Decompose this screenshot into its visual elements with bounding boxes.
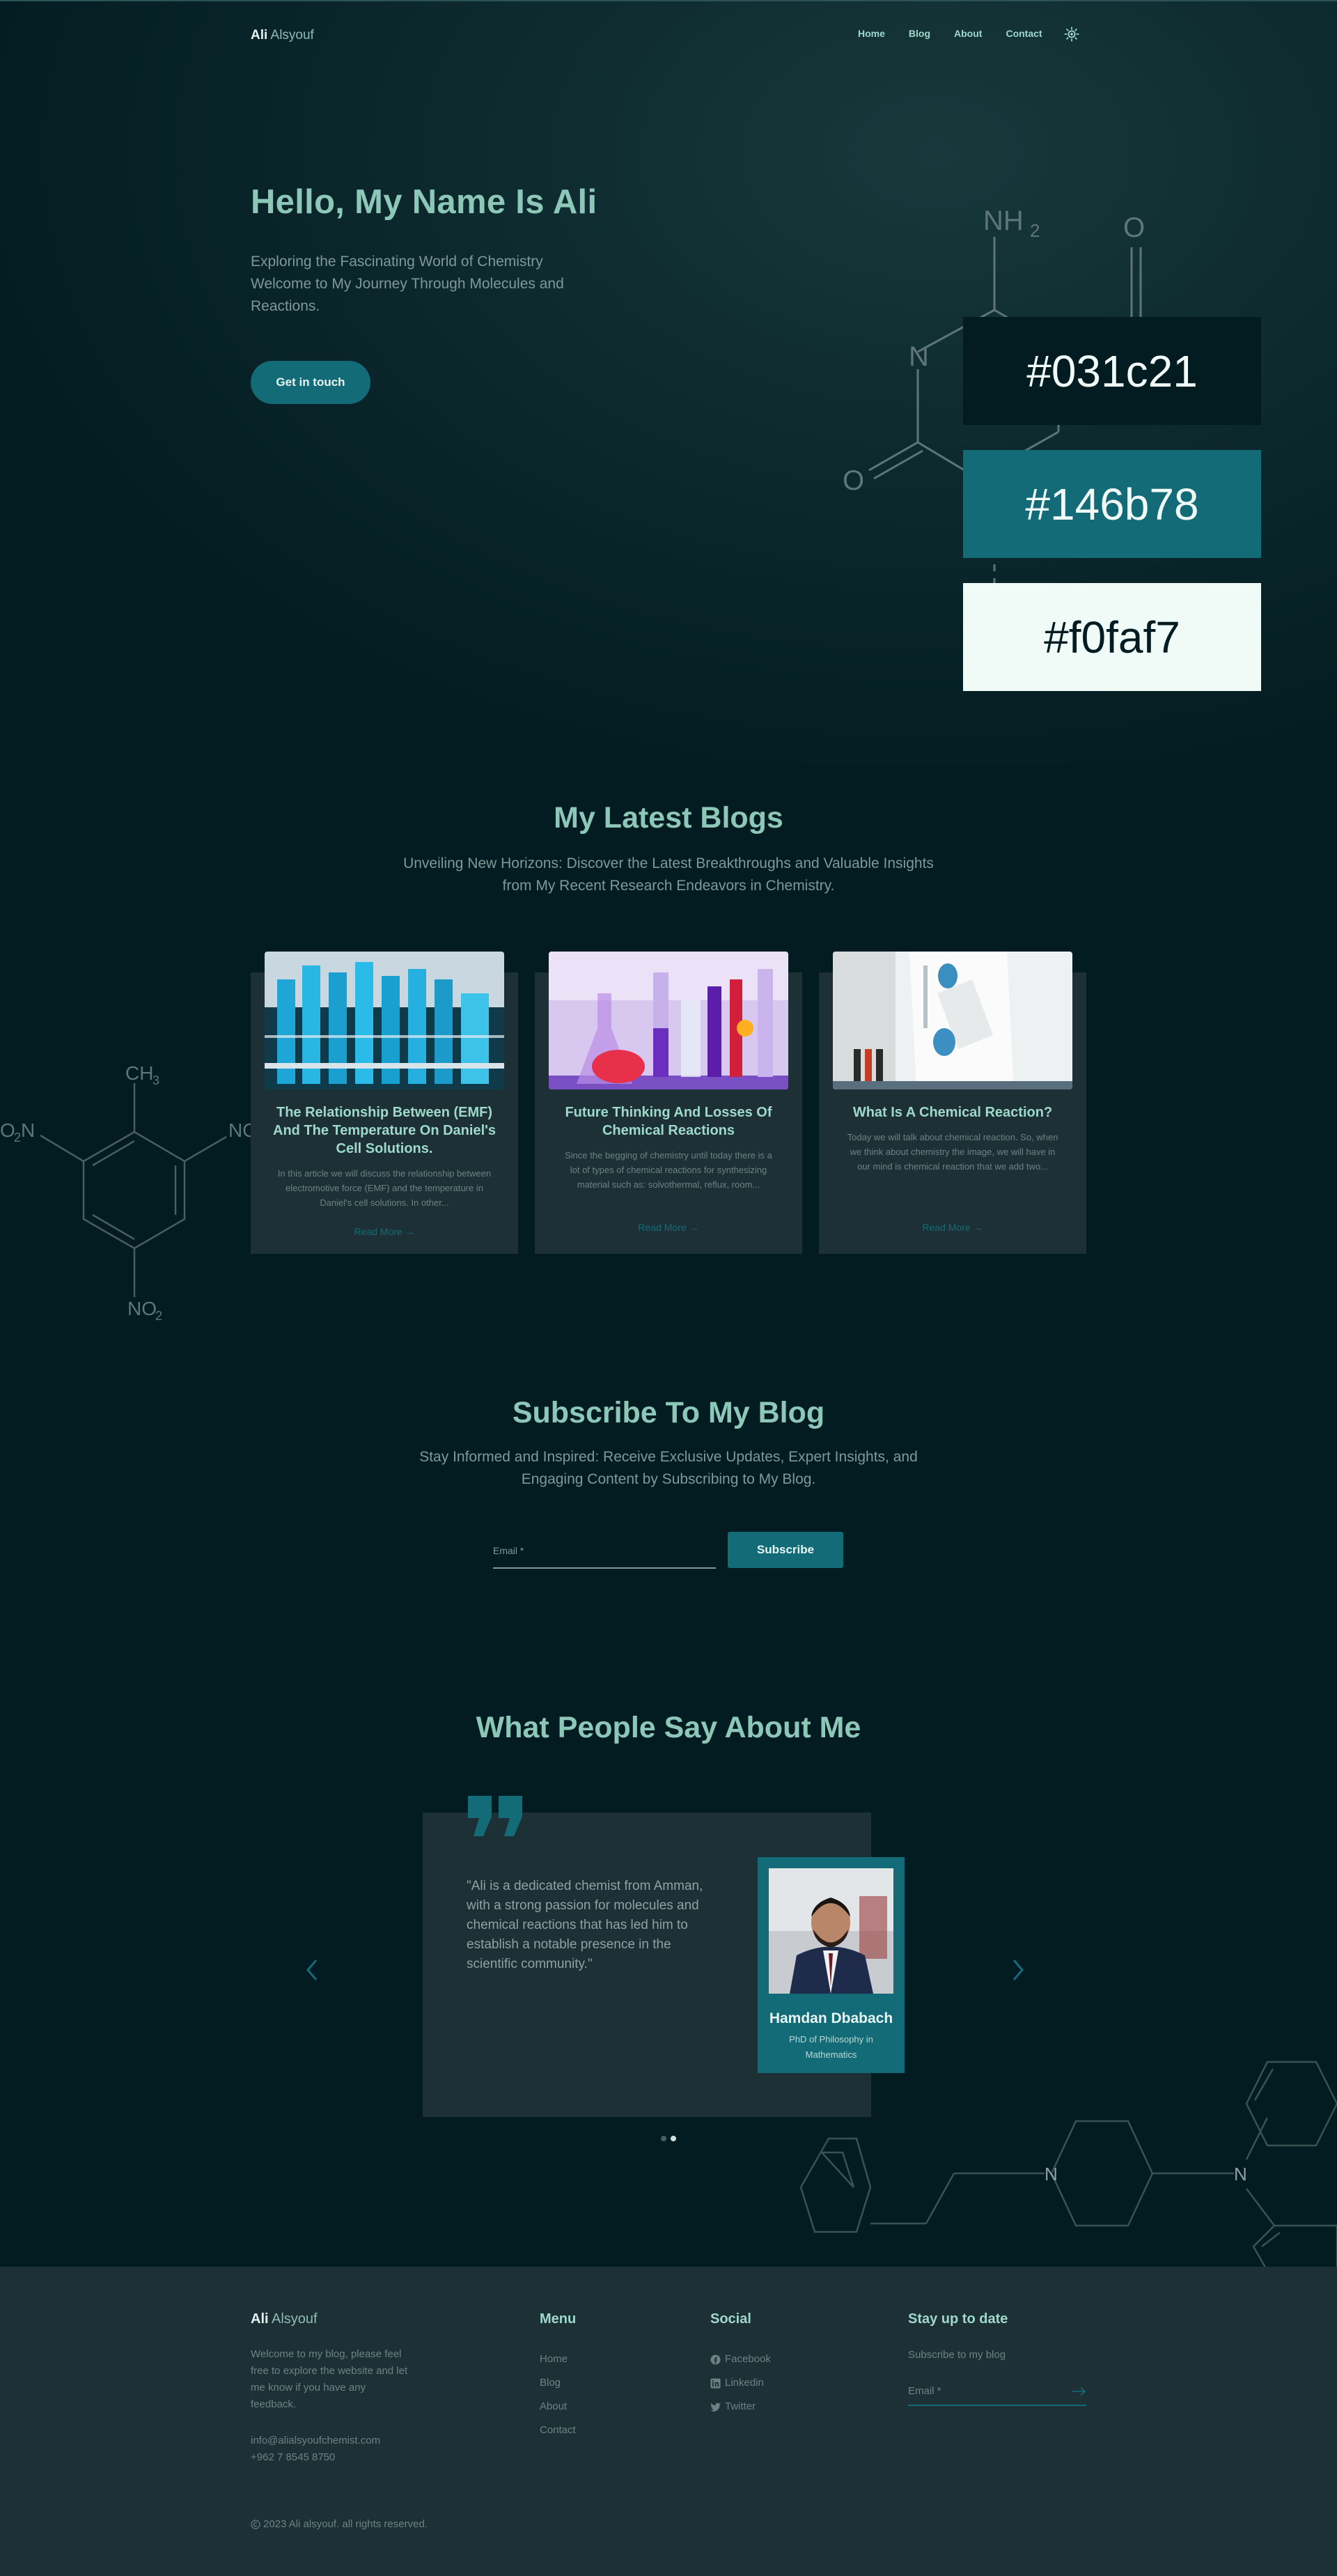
nav-contact[interactable]: Contact bbox=[1006, 28, 1042, 39]
ch3-subscript: 3 bbox=[153, 1073, 159, 1087]
n-label: N bbox=[909, 341, 929, 372]
testimonial-quote: "Ali is a dedicated chemist from Amman, … bbox=[467, 1879, 703, 1971]
color-swatch-dark: #031c21 bbox=[963, 317, 1261, 425]
footer-social-title: Social bbox=[710, 2311, 751, 2327]
carousel-dot-active[interactable] bbox=[671, 2136, 676, 2141]
read-more-link[interactable]: Read More → bbox=[819, 1222, 1086, 1233]
theme-toggle-icon[interactable] bbox=[1064, 26, 1079, 42]
footer-menu-title: Menu bbox=[540, 2311, 577, 2327]
scientist-pipette-image[interactable] bbox=[833, 952, 1072, 1089]
no2-bottom-subscript: 2 bbox=[155, 1309, 162, 1323]
footer-phone[interactable]: +962 7 8545 8750 bbox=[251, 2449, 380, 2466]
blog-card-excerpt: In this article we will discuss the rela… bbox=[277, 1168, 492, 1208]
twitter-icon bbox=[710, 2403, 721, 2412]
blog-card-excerpt: Today we will talk about chemical reacti… bbox=[847, 1132, 1058, 1172]
footer-description: Welcome to my blog, please feel free to … bbox=[251, 2348, 408, 2410]
brand-logo[interactable]: Ali Alsyouf bbox=[251, 28, 314, 43]
nav-about[interactable]: About bbox=[954, 28, 982, 39]
footer-email[interactable]: info@alialsyoufchemist.com bbox=[251, 2433, 380, 2449]
footer-email-field[interactable] bbox=[908, 2378, 1086, 2406]
nav-home[interactable]: Home bbox=[858, 28, 885, 39]
page: Ali Alsyouf Home Blog About Contact Hell… bbox=[0, 0, 1337, 2576]
social-facebook[interactable]: Facebook bbox=[710, 2348, 771, 2371]
carousel-prev-icon[interactable] bbox=[304, 1957, 320, 1983]
copyright: 2023 Ali alsyouf. all rights reserved. bbox=[251, 2518, 428, 2530]
subscribe-email-field[interactable] bbox=[493, 1535, 716, 1569]
footer-menu-contact[interactable]: Contact bbox=[540, 2419, 576, 2442]
social-facebook-label: Facebook bbox=[725, 2353, 771, 2365]
color-swatch-accent: #146b78 bbox=[963, 450, 1261, 558]
linkedin-icon bbox=[710, 2377, 721, 2389]
blog-card-title[interactable]: The Relationship Between (EMF) And The T… bbox=[265, 1103, 504, 1158]
o-top-label: O bbox=[1123, 212, 1145, 243]
hero-title: Hello, My Name Is Ali bbox=[251, 183, 597, 221]
footer-menu-blog[interactable]: Blog bbox=[540, 2371, 576, 2395]
copyright-icon bbox=[251, 2519, 260, 2529]
color-swatch-light: #f0faf7 bbox=[963, 583, 1261, 691]
social-linkedin-label: Linkedin bbox=[725, 2377, 764, 2389]
social-linkedin[interactable]: Linkedin bbox=[710, 2371, 771, 2395]
footer-brand-first: Ali bbox=[251, 2311, 269, 2327]
footer-stay-text: Subscribe to my blog bbox=[908, 2349, 1006, 2361]
footer-social: Facebook Linkedin Twitter bbox=[710, 2348, 771, 2419]
read-more-link[interactable]: Read More → bbox=[251, 1226, 518, 1237]
carousel-dot[interactable] bbox=[661, 2136, 666, 2141]
blogs-subtitle: Unveiling New Horizons: Discover the Lat… bbox=[403, 855, 934, 894]
blog-card-title[interactable]: What Is A Chemical Reaction? bbox=[833, 1103, 1072, 1122]
copyright-text: 2023 Ali alsyouf. all rights reserved. bbox=[263, 2518, 428, 2530]
test-tubes-image[interactable] bbox=[265, 952, 504, 1089]
subscribe-title: Subscribe To My Blog bbox=[512, 1396, 825, 1429]
piperazine-molecule-illustration: N N bbox=[799, 2061, 1337, 2271]
footer-stay-title: Stay up to date bbox=[908, 2311, 1008, 2327]
social-twitter[interactable]: Twitter bbox=[710, 2395, 771, 2419]
carousel-dots bbox=[661, 2136, 676, 2141]
lab-flasks-image[interactable] bbox=[549, 952, 788, 1089]
blog-card[interactable]: The Relationship Between (EMF) And The T… bbox=[251, 952, 518, 1254]
footer-menu: Home Blog About Contact bbox=[540, 2348, 576, 2442]
n-label-1: N bbox=[1045, 2164, 1058, 2185]
trinitro-molecule-illustration: CH 3 O 2 N NO NO 2 bbox=[0, 1062, 258, 1323]
read-more-link[interactable]: Read More → bbox=[535, 1222, 802, 1233]
footer-brand[interactable]: Ali Alsyouf bbox=[251, 2311, 318, 2327]
blogs-title: My Latest Blogs bbox=[554, 801, 783, 835]
footer-brand-last: Alsyouf bbox=[272, 2311, 318, 2327]
brand-last: Alsyouf bbox=[270, 28, 314, 42]
testimonials-title: What People Say About Me bbox=[476, 1711, 861, 1744]
nh2-subscript: 2 bbox=[1030, 220, 1040, 241]
top-border bbox=[0, 0, 1337, 1]
nh2-label: NH bbox=[983, 205, 1024, 236]
footer-email-input[interactable] bbox=[908, 2385, 1061, 2397]
subscribe-email-input[interactable] bbox=[493, 1545, 716, 1556]
brand-first: Ali bbox=[251, 28, 268, 42]
footer-menu-about[interactable]: About bbox=[540, 2395, 576, 2419]
footer bbox=[0, 2267, 1337, 2576]
o2n-n-label: N bbox=[21, 1119, 35, 1141]
facebook-icon bbox=[710, 2354, 721, 2365]
hero-subtitle: Exploring the Fascinating World of Chemi… bbox=[251, 254, 564, 314]
footer-contact: info@alialsyoufchemist.com +962 7 8545 8… bbox=[251, 2433, 380, 2466]
send-arrow-icon[interactable] bbox=[1071, 2387, 1086, 2396]
blog-card-excerpt: Since the begging of chemistry until tod… bbox=[565, 1150, 772, 1190]
get-in-touch-button[interactable]: Get in touch bbox=[251, 361, 370, 404]
main-nav: Home Blog About Contact bbox=[858, 28, 1066, 39]
n-label-2: N bbox=[1234, 2164, 1247, 2185]
subscribe-subtitle: Stay Informed and Inspired: Receive Excl… bbox=[419, 1449, 918, 1487]
footer-menu-home[interactable]: Home bbox=[540, 2348, 576, 2371]
blog-card[interactable]: What Is A Chemical Reaction? Today we wi… bbox=[819, 952, 1086, 1254]
quote-icon bbox=[468, 1796, 522, 1836]
reviewer-avatar bbox=[769, 1868, 893, 1994]
ch3-label: CH bbox=[125, 1062, 153, 1084]
o2n-label: O bbox=[0, 1119, 15, 1141]
no2-bottom-label: NO bbox=[127, 1298, 157, 1319]
subscribe-button[interactable]: Subscribe bbox=[728, 1532, 843, 1568]
nav-blog[interactable]: Blog bbox=[909, 28, 930, 39]
o-left-label: O bbox=[843, 465, 864, 496]
o2n-subscript: 2 bbox=[14, 1131, 21, 1145]
blog-card-title[interactable]: Future Thinking And Losses Of Chemical R… bbox=[549, 1103, 788, 1140]
blog-card[interactable]: Future Thinking And Losses Of Chemical R… bbox=[535, 952, 802, 1254]
social-twitter-label: Twitter bbox=[725, 2400, 756, 2412]
carousel-next-icon[interactable] bbox=[1010, 1957, 1026, 1983]
